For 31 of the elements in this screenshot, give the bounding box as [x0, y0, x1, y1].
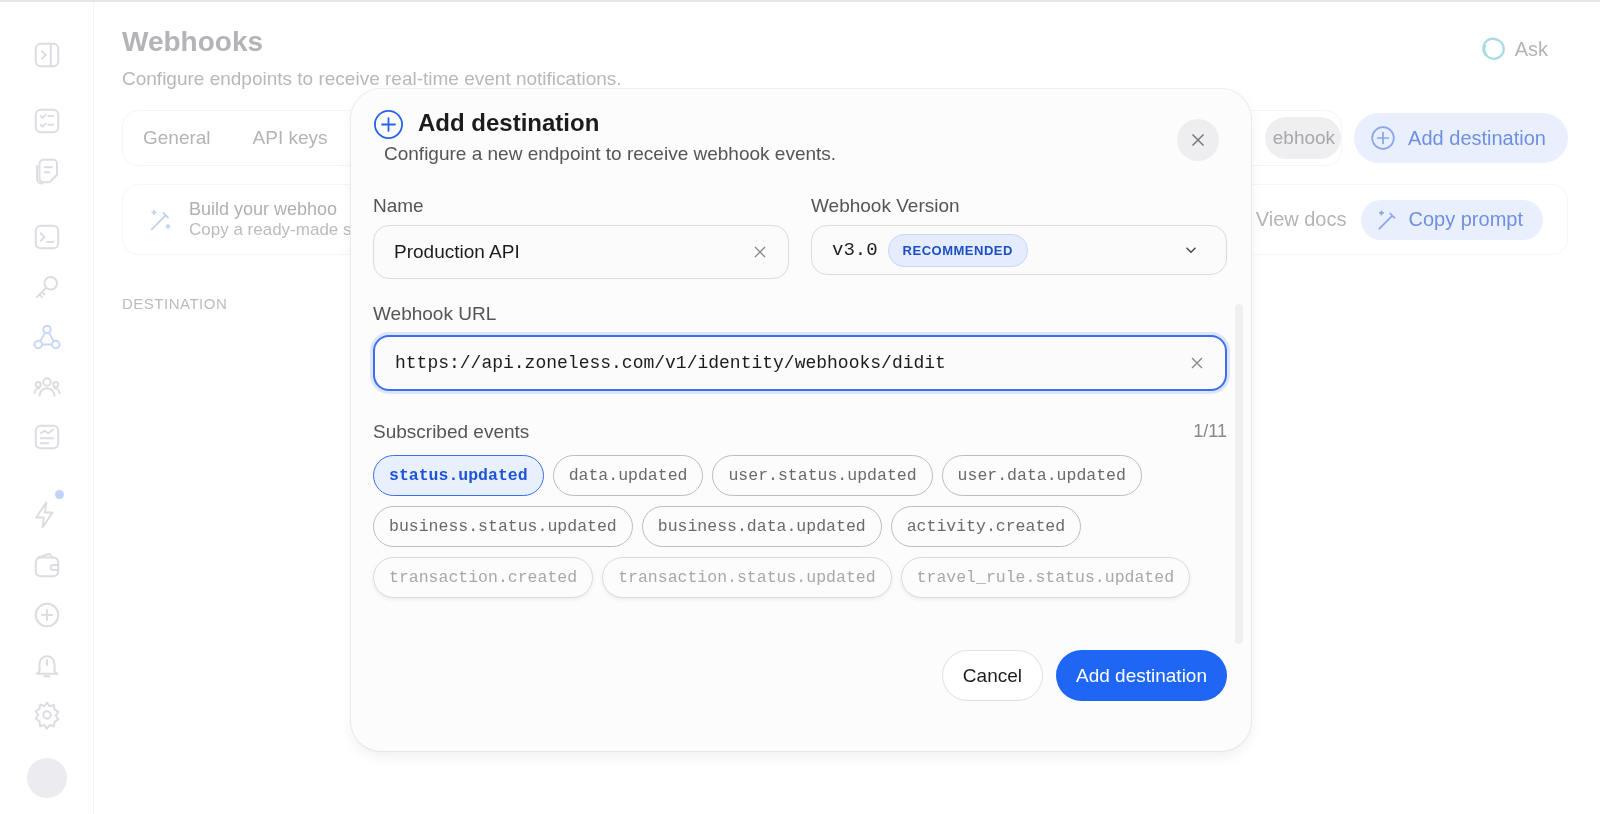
event-chip[interactable]: user.data.updated — [941, 455, 1142, 496]
event-chip[interactable]: business.status.updated — [373, 506, 633, 547]
add-circle-icon — [1370, 125, 1397, 151]
section-label: DESTINATION — [122, 295, 229, 312]
add-circle-icon — [373, 109, 404, 140]
input-field[interactable]: https://api.zoneless.com/v1/identity/webhooks/didit — [373, 335, 1227, 391]
copy-prompt-button[interactable]: Copy prompt — [1360, 199, 1543, 240]
event-chip[interactable]: user.status.updated — [712, 455, 933, 496]
event-chip[interactable]: data.updated — [552, 455, 704, 496]
event-chip[interactable]: status.updated — [373, 455, 544, 496]
banner-title: Build your webhoo — [189, 199, 338, 220]
add-destination-button[interactable]: Add destination — [1354, 113, 1568, 163]
dialog-title: Add destination — [418, 109, 601, 137]
cancel-button[interactable]: Cancel — [941, 650, 1043, 701]
recommended-badge: RECOMMENDED — [887, 233, 1028, 267]
event-chip[interactable]: activity.created — [890, 506, 1082, 547]
page-title: Webhooks — [122, 26, 265, 58]
field-label: Name — [373, 195, 425, 217]
field-label: Webhook Version — [811, 195, 961, 217]
dialog-description: Configure a new endpoint to receive webhook events. — [384, 143, 838, 165]
event-chip[interactable]: business.data.updated — [641, 506, 882, 547]
field-label: Webhook URL — [373, 303, 498, 325]
webhook-icon[interactable] — [31, 322, 62, 352]
add-destination-button[interactable]: Add destination — [1056, 650, 1227, 701]
page-subtitle: Configure endpoints to receive real-time event notifications. — [122, 68, 622, 90]
field-label: Subscribed events — [373, 421, 530, 443]
selected-count: 1/11 — [1193, 421, 1227, 443]
dropdown[interactable]: v3.0 RECOMMENDED — [811, 225, 1227, 275]
ring-icon — [1480, 36, 1507, 62]
input-field[interactable]: Production API — [373, 225, 789, 279]
close-button[interactable] — [1177, 119, 1219, 161]
